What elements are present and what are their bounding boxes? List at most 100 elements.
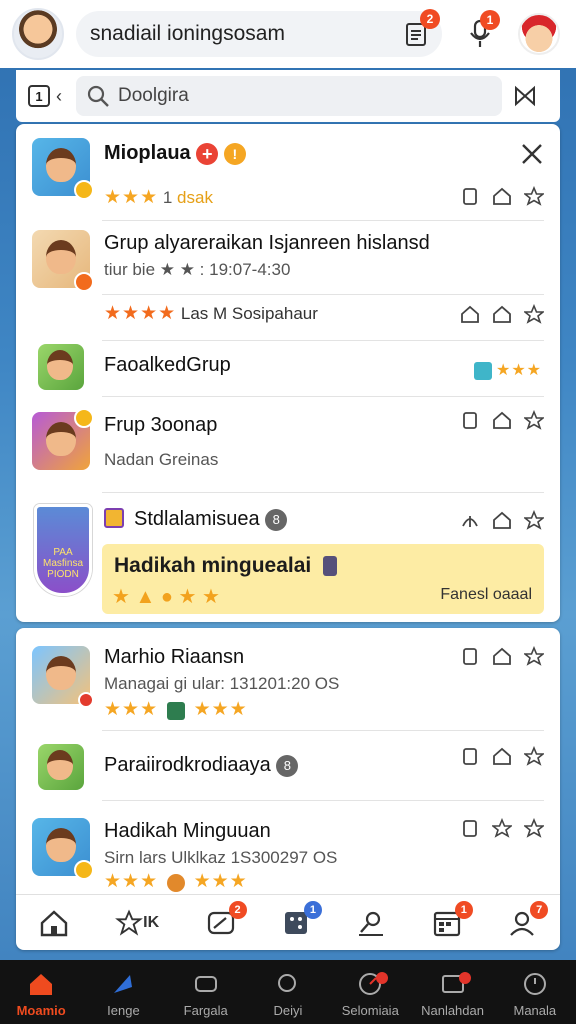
search-text: snadiail ioningsosam (90, 22, 285, 45)
home-icon[interactable] (492, 510, 512, 530)
edit-tool-button[interactable] (351, 903, 391, 943)
search-bar[interactable]: snadiail ioningsosam 2 (76, 9, 442, 57)
home-tool-button[interactable] (34, 903, 74, 943)
row-actions (460, 510, 544, 530)
calendar-icon (104, 508, 124, 528)
group-thumbnail (32, 138, 94, 200)
lock-icon[interactable] (460, 746, 480, 766)
group-title: FaoalkedGrup (104, 354, 231, 376)
lock-icon[interactable] (460, 646, 480, 666)
profile-tool-button[interactable]: 7 (502, 900, 549, 943)
group-subtitle: Nadan Greinas (104, 450, 219, 469)
group-title: Paraiirodkrodiaaya (104, 754, 271, 776)
calendar-tool-button[interactable]: 1 (427, 900, 473, 943)
nav-lounge[interactable]: Ienge (82, 960, 164, 1024)
home-icon[interactable] (492, 746, 512, 766)
nav-label: Nanlahdan (421, 1003, 484, 1018)
count-badge: 8 (265, 508, 288, 531)
list-item[interactable]: Grup alyareraikan Isjanreen hislansd tiu… (16, 220, 560, 330)
sub-search-input[interactable]: Doolgira (76, 76, 502, 116)
star-icon[interactable] (524, 510, 544, 530)
star-icon[interactable] (524, 304, 544, 324)
nav-games[interactable]: Fargala (165, 960, 247, 1024)
lock-icon[interactable] (460, 818, 480, 838)
highlight-title: Hadikah minguealai (114, 554, 312, 577)
bottom-navigation: Moamio Ienge Fargala Deiyi Selomiaia Nan… (0, 960, 576, 1024)
mic-button[interactable]: 1 (460, 10, 500, 54)
rating-stars-secondary: ★★★ (193, 871, 248, 892)
add-icon[interactable]: + (196, 142, 219, 165)
star-icon[interactable] (524, 186, 544, 206)
home-icon (40, 909, 67, 936)
home-icon (30, 974, 53, 995)
list-item[interactable]: Hadikah Minguuan Sirn lars Ulklkaz 1S300… (16, 800, 560, 896)
lock-icon[interactable] (460, 410, 480, 430)
row-actions (460, 186, 544, 206)
nav-label: Fargala (183, 1003, 228, 1018)
tool-badge: 1 (303, 900, 322, 919)
tool-row: IK 2 1 1 7 (16, 894, 560, 950)
nav-home[interactable]: Moamio (0, 960, 82, 1024)
nav-label: Deiyi (273, 1003, 303, 1018)
group-title: Frup 3oonap (104, 414, 218, 436)
group-subtitle: Managai gi ular: 131201:20 OS (104, 674, 340, 693)
chevron-left-icon[interactable]: ‹ (56, 86, 62, 107)
group-title: Hadikah Minguuan (104, 820, 271, 842)
box-icon[interactable]: 1 (28, 85, 50, 107)
flag-icon (114, 975, 133, 993)
list-item[interactable]: Marhio Riaansn Managai gi ular: 131201:2… (16, 628, 560, 730)
rating-stars: ★★★ (104, 187, 159, 208)
tag-label: dsak (177, 188, 213, 207)
gem-icon (473, 361, 492, 380)
lock-icon[interactable] (460, 186, 480, 206)
star-icon[interactable] (524, 818, 544, 838)
group-card-primary: Mioplaua + ! ★★★ 1 dsak Grup alyareraika… (16, 124, 560, 622)
rating-stars-secondary: ★★★ (193, 699, 248, 720)
doc-badge: 2 (420, 9, 440, 29)
favorites-tool-button[interactable]: IK (109, 903, 165, 943)
star-icon[interactable] (524, 410, 544, 430)
nav-selection[interactable]: Selomiaia (329, 960, 411, 1024)
tools-icon[interactable] (520, 142, 544, 166)
star-icon[interactable] (524, 746, 544, 766)
row-actions (460, 304, 544, 324)
trend-tool-button[interactable]: 2 (201, 900, 247, 943)
info-icon[interactable]: ! (223, 142, 246, 165)
list-item[interactable]: Stdlalamisuea 8 (16, 502, 560, 542)
nav-label: Manala (513, 1003, 557, 1018)
home-icon[interactable] (492, 186, 512, 206)
group-subtitle: Sirn lars Ulklkaz 1S300297 OS (104, 848, 338, 867)
shield-text: PAA Masfinsa PIODN (42, 547, 83, 580)
nav-dot (458, 972, 471, 984)
dice-tool-button[interactable]: 1 (276, 900, 322, 943)
list-item[interactable]: FaoalkedGrup ★★★ (16, 340, 560, 396)
home-icon[interactable] (492, 646, 512, 666)
rating-stars: ★★★ (104, 871, 159, 892)
gem-icon (166, 701, 185, 720)
profile-icon[interactable] (518, 13, 560, 55)
list-item[interactable]: Paraiirodkrodiaaya 8 (16, 730, 560, 800)
group-title: Marhio Riaansn (104, 646, 245, 668)
home-icon[interactable] (492, 410, 512, 430)
list-item[interactable]: Frup 3oonap Nadan Greinas (16, 396, 560, 492)
sub-search-placeholder: Doolgira (118, 85, 189, 106)
document-icon[interactable]: 2 (404, 9, 440, 47)
user-avatar[interactable] (12, 8, 64, 60)
star-icon[interactable] (492, 818, 512, 838)
leaf-icon[interactable] (460, 510, 480, 530)
group-thumbnail (38, 744, 84, 790)
group-title: Mioplaua (104, 142, 191, 164)
nav-notifications[interactable]: Nanlahdan (411, 960, 493, 1024)
home-icon[interactable] (460, 304, 480, 324)
row-actions (460, 410, 544, 430)
nav-daily[interactable]: Deiyi (247, 960, 329, 1024)
group-thumbnail (32, 230, 94, 292)
highlight-banner[interactable]: Hadikah minguealai ★ ▲ ● ★ ★ Fanesl oaaa… (102, 544, 544, 614)
star-icon[interactable] (524, 646, 544, 666)
home-icon[interactable] (492, 304, 512, 324)
nav-label: Ienge (107, 1003, 140, 1018)
nav-menu[interactable]: Manala (494, 960, 576, 1024)
list-item[interactable]: Mioplaua + ! ★★★ 1 dsak (16, 124, 560, 220)
group-thumbnail (32, 408, 94, 470)
bow-icon[interactable] (514, 85, 536, 107)
